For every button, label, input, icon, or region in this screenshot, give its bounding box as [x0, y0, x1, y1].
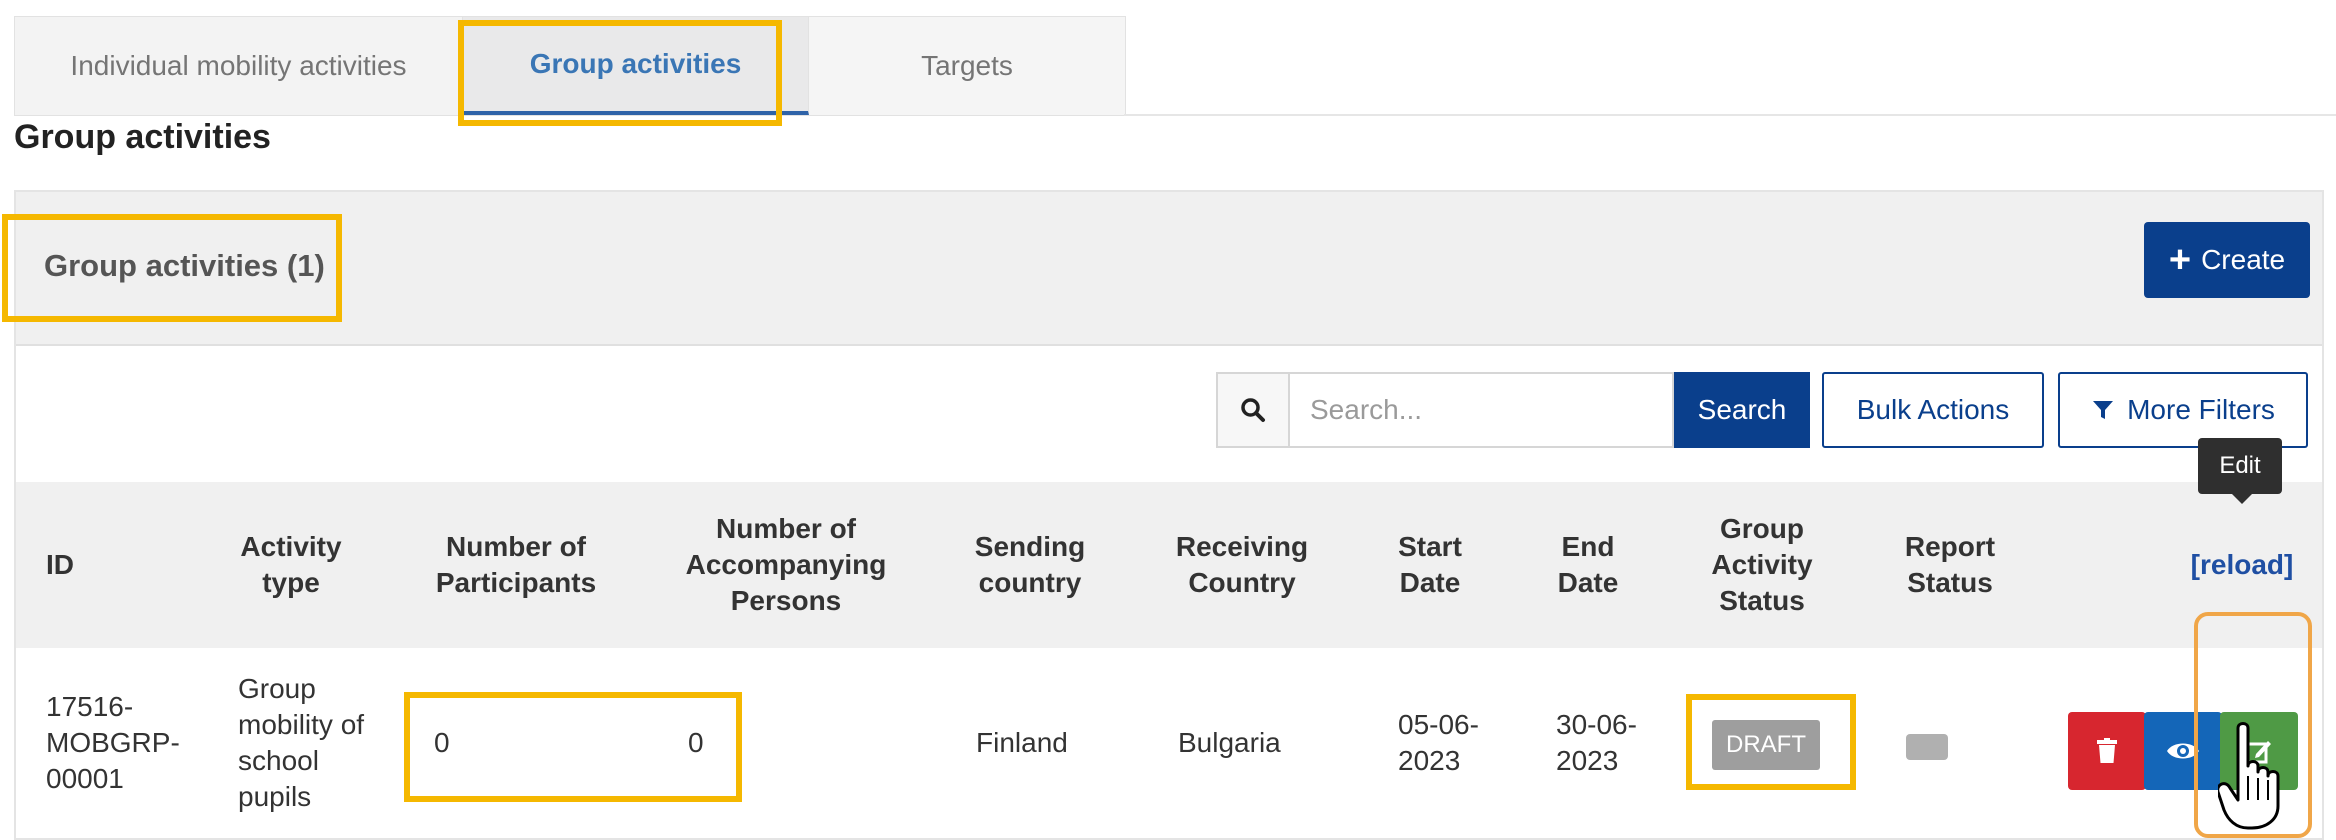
- header-accompanying: Number of Accompanying Persons: [685, 513, 887, 616]
- delete-button[interactable]: [2068, 712, 2146, 790]
- header-start-date: Start Date: [1398, 531, 1462, 598]
- header-receiving-country: Receiving Country: [1175, 531, 1309, 598]
- create-button-label: Create: [2201, 244, 2286, 275]
- cell-sending-country: Finland: [976, 727, 1068, 758]
- highlight-box-status: [1686, 694, 1856, 790]
- header-report-status: Report Status: [1904, 531, 1996, 598]
- reload-link[interactable]: [reload]: [2191, 547, 2294, 583]
- panel-header: Group activities (1) + Create: [16, 192, 2322, 346]
- header-participants: Number of Participants: [435, 531, 597, 598]
- search-input[interactable]: [1290, 372, 1674, 448]
- header-end-date: End Date: [1557, 531, 1619, 598]
- table-header: ID Activity type Number of Participants …: [16, 482, 2322, 648]
- more-filters-button[interactable]: More Filters: [2058, 372, 2308, 448]
- header-id: ID: [46, 549, 74, 580]
- cell-start-date: 05-06-2023: [1398, 709, 1479, 776]
- search-button[interactable]: Search: [1674, 372, 1810, 448]
- highlight-box-panel-title: [2, 214, 342, 322]
- tooltip-arrow: [2232, 494, 2252, 504]
- tab-divider: [1124, 114, 2336, 116]
- group-activities-panel: Group activities (1) + Create Search Bul…: [14, 190, 2324, 840]
- header-group-activity-status: Group Activity Status: [1711, 513, 1813, 616]
- search-icon: [1216, 372, 1290, 448]
- cell-end-date: 30-06-2023: [1556, 709, 1637, 776]
- bulk-actions-button[interactable]: Bulk Actions: [1822, 372, 2044, 448]
- trash-icon: [2097, 738, 2117, 763]
- tab-individual-mobility[interactable]: Individual mobility activities: [15, 17, 463, 115]
- create-button[interactable]: + Create: [2144, 222, 2310, 298]
- highlight-box-participants: [404, 692, 742, 802]
- more-filters-label: More Filters: [2127, 394, 2275, 425]
- cell-activity-type: Group mobility of school pupils: [238, 673, 365, 812]
- table-row: 17516-MOBGRP-00001 Group mobility of sch…: [16, 648, 2322, 838]
- highlight-box-tab: [458, 20, 782, 126]
- search-group: Search: [1216, 372, 1810, 448]
- report-status-badge: [1906, 734, 1948, 760]
- cell-receiving-country: Bulgaria: [1178, 727, 1281, 758]
- hand-cursor-icon: [2216, 720, 2288, 835]
- filter-icon: [2093, 401, 2114, 419]
- header-activity-type: Activity type: [240, 531, 342, 598]
- plus-icon: +: [2168, 239, 2192, 281]
- header-sending-country: Sending country: [974, 531, 1086, 598]
- bulk-actions-label: Bulk Actions: [1856, 394, 2010, 425]
- cell-id: 17516-MOBGRP-00001: [46, 691, 180, 794]
- edit-tooltip: Edit: [2198, 438, 2282, 494]
- tab-targets[interactable]: Targets: [809, 17, 1125, 115]
- page-title: Group activities: [14, 118, 271, 156]
